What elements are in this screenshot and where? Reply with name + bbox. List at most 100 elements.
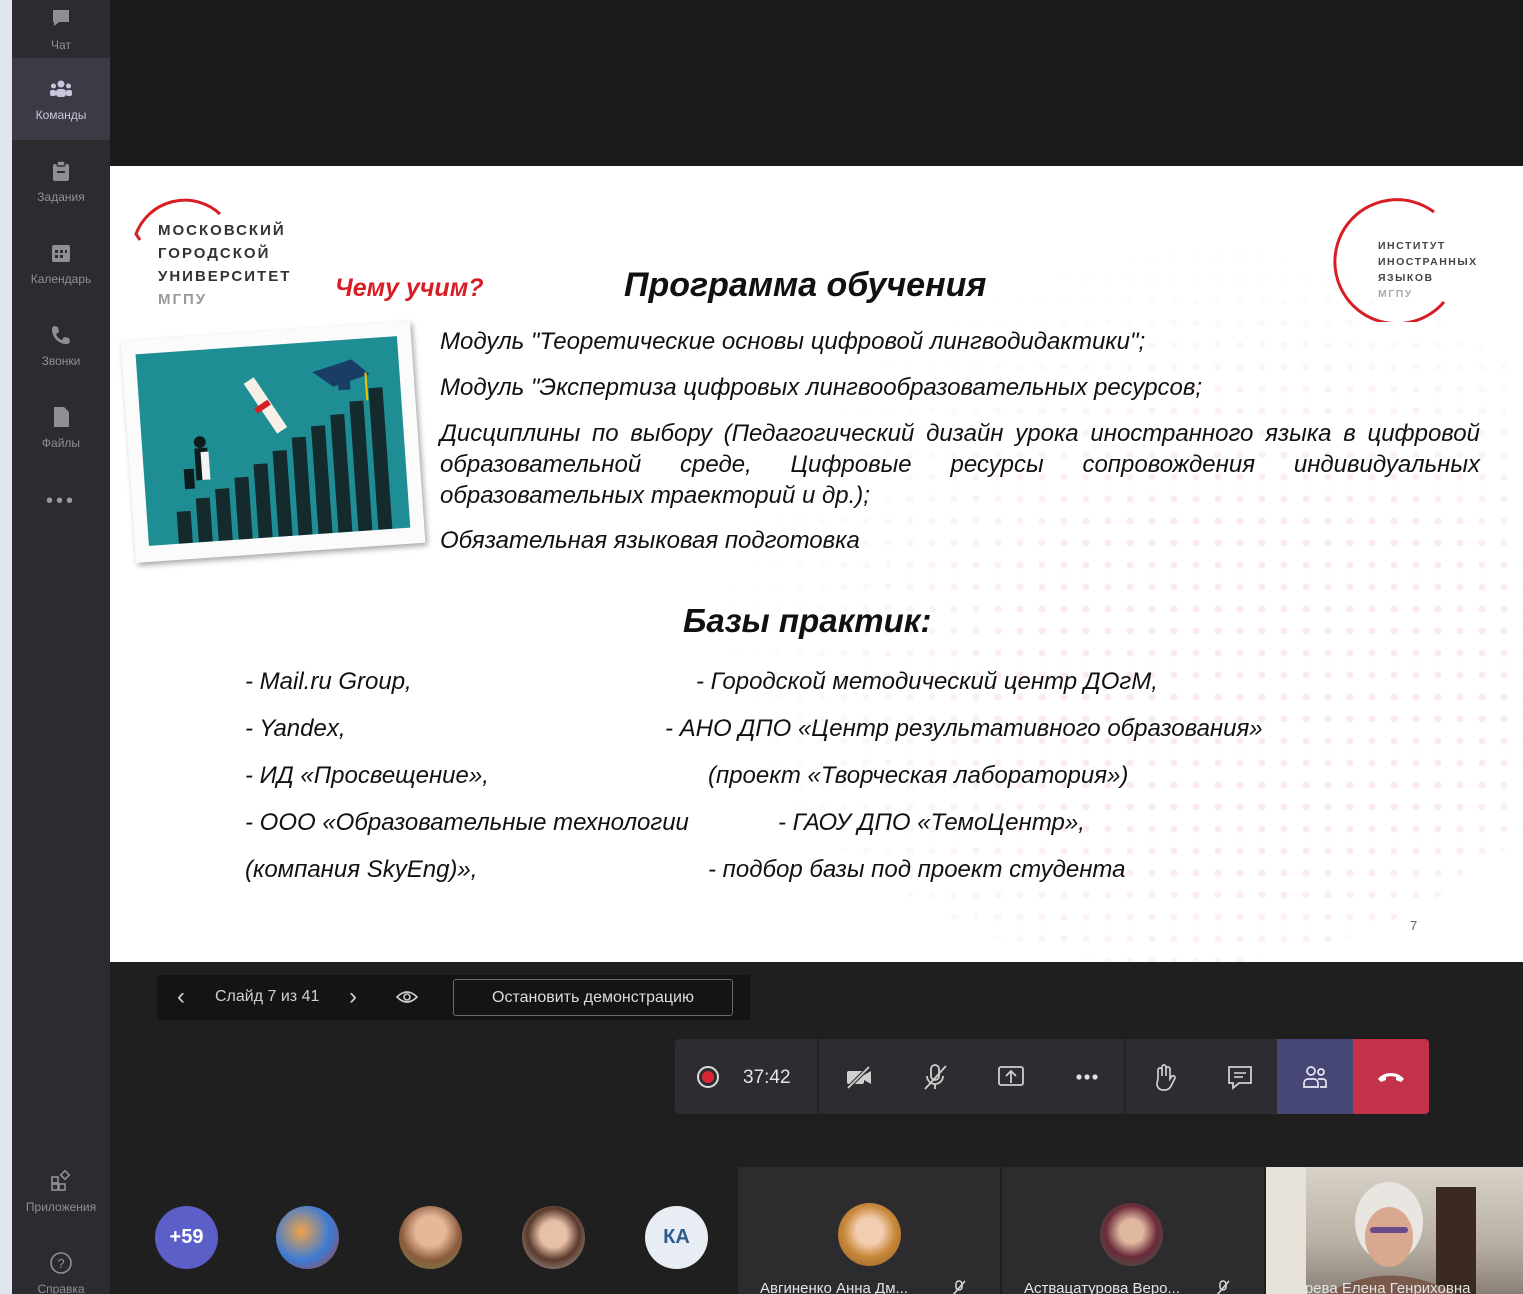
mic-off-icon <box>924 1063 947 1090</box>
rail-item-calls[interactable]: Звонки <box>12 304 110 386</box>
participants-icon <box>1303 1065 1327 1088</box>
rail-label-chat: Чат <box>51 38 71 52</box>
participant-tile[interactable]: Аствацатурова Веро... <box>1002 1167 1264 1294</box>
participant-avatar[interactable] <box>522 1206 585 1269</box>
muted-mic-icon <box>952 1280 966 1294</box>
next-slide-icon[interactable]: › <box>349 983 357 1011</box>
modules-list: Модуль "Теоретические основы цифровой ли… <box>440 326 1480 571</box>
base-right-4: - ГАОУ ДПО «ТемоЦентр», <box>778 809 1085 836</box>
camera-off-icon <box>846 1065 871 1089</box>
stage-top-area <box>110 0 1523 166</box>
base-right-2: - АНО ДПО «Центр результативного образов… <box>665 715 1263 742</box>
private-view-eye-icon[interactable] <box>395 987 419 1007</box>
background-window-edge <box>0 0 12 1294</box>
base-left-3: - ИД «Просвещение», <box>245 762 489 789</box>
previous-slide-icon[interactable]: ‹ <box>177 983 185 1011</box>
module-2: Модуль "Экспертиза цифровых лингвообразо… <box>440 374 1203 401</box>
files-icon <box>48 404 74 430</box>
more-actions-button[interactable] <box>1049 1039 1125 1114</box>
rail-label-apps: Приложения <box>25 1200 97 1214</box>
base-left-1: - Mail.ru Group, <box>245 668 412 695</box>
participant-avatar[interactable] <box>276 1206 339 1269</box>
logo-line-3: УНИВЕРСИТЕТ <box>158 268 292 285</box>
mgpu-logo: МОСКОВСКИЙ ГОРОДСКОЙ УНИВЕРСИТЕТ МГПУ <box>132 186 332 316</box>
rail-item-calendar[interactable]: Календарь <box>12 222 110 304</box>
participant-avatar[interactable] <box>399 1206 462 1269</box>
muted-mic-icon <box>1216 1280 1230 1294</box>
rail-item-assignments[interactable]: Задания <box>12 140 110 222</box>
slide-counter: Слайд 7 из 41 <box>215 988 320 1005</box>
help-icon: ? <box>48 1250 74 1276</box>
divider <box>817 1039 819 1114</box>
institute-logo: ИНСТИТУТ ИНОСТРАННЫХ ЯЗЫКОВ МГПУ <box>1324 182 1476 322</box>
hand-icon <box>1156 1063 1176 1091</box>
overflow-participants-badge[interactable]: +59 <box>155 1206 218 1269</box>
rail-label-help: Справка <box>37 1282 85 1294</box>
rail-label-files: Файлы <box>41 436 81 450</box>
participant-video-tile[interactable]: Тарева Елена Генриховна <box>1266 1167 1523 1294</box>
module-3: Дисциплины по выбору (Педагогический диз… <box>440 420 1480 509</box>
chat-bubble-icon <box>1228 1065 1252 1090</box>
base-left-2: - Yandex, <box>245 715 346 742</box>
participant-avatar <box>1100 1203 1163 1266</box>
share-content-button[interactable] <box>973 1039 1049 1114</box>
institute-line-4: МГПУ <box>1378 288 1413 300</box>
base-left-5: (компания SkyEng)», <box>245 856 478 883</box>
logo-line-4: МГПУ <box>158 291 208 308</box>
participant-tile[interactable]: Авгиненко Анна Дм... <box>738 1167 1000 1294</box>
participant-video-feed <box>1266 1167 1476 1294</box>
participant-avatar <box>838 1203 901 1266</box>
base-right-5: - подбор базы под проект студента <box>708 856 1126 883</box>
chat-icon <box>48 6 74 32</box>
more-dots-icon <box>1076 1073 1098 1080</box>
apps-icon <box>48 1168 74 1194</box>
calendar-icon <box>48 240 74 266</box>
participant-name: Авгиненко Анна Дм... <box>760 1280 909 1294</box>
assignments-icon <box>48 158 74 184</box>
base-right-1: - Городской методический центр ДОгМ, <box>696 668 1158 695</box>
recording-indicator-icon <box>697 1066 719 1088</box>
logo-line-1: МОСКОВСКИЙ <box>158 222 286 239</box>
presentation-slide: МОСКОВСКИЙ ГОРОДСКОЙ УНИВЕРСИТЕТ МГПУ ИН… <box>110 166 1523 962</box>
bases-title: Базы практик: <box>683 602 932 639</box>
participants-button[interactable] <box>1277 1039 1353 1114</box>
institute-line-3: ЯЗЫКОВ <box>1378 272 1434 284</box>
participant-name: Тарева Елена Генриховна <box>1288 1280 1471 1294</box>
hang-up-icon <box>1378 1072 1404 1082</box>
logo-line-2: ГОРОДСКОЙ <box>158 245 271 262</box>
participant-initials-avatar[interactable]: КА <box>645 1206 708 1269</box>
stop-presenting-button[interactable]: Остановить демонстрацию <box>453 979 733 1016</box>
module-1: Модуль "Теоретические основы цифровой ли… <box>440 328 1146 355</box>
institute-line-2: ИНОСТРАННЫХ <box>1378 256 1478 268</box>
camera-off-button[interactable] <box>821 1039 897 1114</box>
graduation-illustration <box>120 321 426 563</box>
teams-meeting-window: Чат Команды Задания Календарь Звонки Фай… <box>0 0 1523 1294</box>
rail-label-assignments: Задания <box>37 190 85 204</box>
slide-controls: ‹ Слайд 7 из 41 › Остановить демонстраци… <box>157 975 750 1020</box>
share-tray-icon <box>998 1065 1024 1086</box>
program-title: Программа обучения <box>624 266 987 304</box>
base-left-4: - ООО «Образовательные технологии <box>245 809 689 836</box>
institute-line-1: ИНСТИТУТ <box>1378 240 1446 252</box>
svg-text:?: ? <box>57 1256 64 1271</box>
rail-item-files[interactable]: Файлы <box>12 386 110 468</box>
rail-item-teams[interactable]: Команды <box>12 58 110 140</box>
what-we-teach-heading: Чему учим? <box>335 274 484 302</box>
raise-hand-button[interactable] <box>1126 1039 1202 1114</box>
leave-call-button[interactable] <box>1353 1039 1429 1114</box>
chat-button[interactable] <box>1202 1039 1278 1114</box>
rail-label-calls: Звонки <box>41 354 81 368</box>
module-4: Обязательная языковая подготовка <box>440 527 860 554</box>
rail-item-apps[interactable]: Приложения <box>12 1150 110 1232</box>
rail-item-help[interactable]: ? Справка <box>12 1232 110 1294</box>
mute-button[interactable] <box>897 1039 973 1114</box>
calls-icon <box>48 322 74 348</box>
participant-name: Аствацатурова Веро... <box>1024 1280 1181 1294</box>
app-rail: Чат Команды Задания Календарь Звонки Фай… <box>0 0 110 1294</box>
call-controls-bar: 37:42 <box>675 1039 1429 1114</box>
more-apps-icon[interactable]: ••• <box>12 490 110 513</box>
teams-icon <box>48 76 74 102</box>
illustration-canvas <box>135 336 411 546</box>
slide-page-number: 7 <box>1410 918 1418 933</box>
rail-label-calendar: Календарь <box>30 272 92 286</box>
